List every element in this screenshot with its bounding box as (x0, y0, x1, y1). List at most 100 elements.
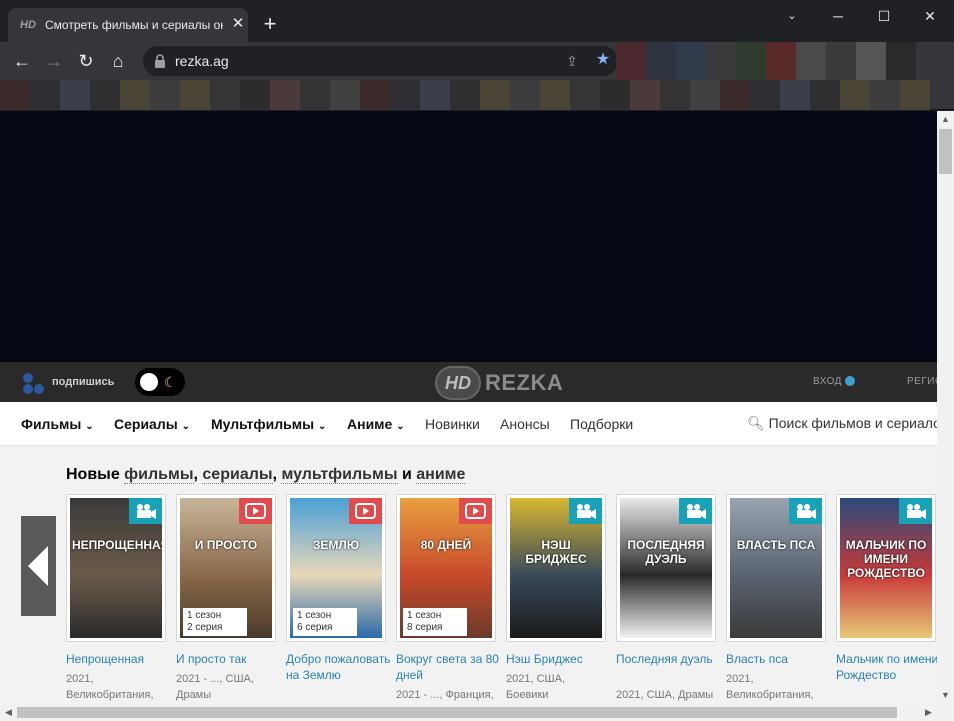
bookmark-item[interactable] (690, 80, 720, 110)
extension-icon[interactable] (826, 42, 856, 80)
movie-poster[interactable]: ВЛАСТЬ ПСА (726, 494, 826, 642)
bookmark-item[interactable] (720, 80, 750, 110)
poster-image: НЭШ БРИДЖЕС (510, 498, 602, 638)
forward-arrow-icon[interactable]: → (43, 50, 65, 72)
menu-collections[interactable]: Подборки (570, 416, 633, 432)
menu-new[interactable]: Новинки (425, 416, 480, 432)
bookmark-item[interactable] (840, 80, 870, 110)
bookmark-item[interactable] (750, 80, 780, 110)
browser-tab[interactable]: HD Смотреть фильмы и сериалы онлайн ✕ (8, 8, 248, 42)
movie-poster[interactable]: И ПРОСТО 1 сезон 2 серия (176, 494, 276, 642)
extension-icon[interactable] (766, 42, 796, 80)
extension-icon[interactable] (736, 42, 766, 80)
vertical-scroll-thumb[interactable] (939, 129, 952, 174)
menu-films[interactable]: Фильмы ⌄ (21, 416, 94, 435)
site-logo[interactable]: HD REZKA (435, 366, 575, 400)
bookmark-item[interactable] (120, 80, 150, 110)
search-input[interactable]: 🔍︎ Поиск фильмов и сериалов (747, 415, 937, 431)
movie-title-link[interactable]: И просто так (176, 651, 281, 667)
extension-icon[interactable] (616, 42, 646, 80)
new-tab-button[interactable]: + (260, 13, 280, 35)
menu-cartoons[interactable]: Мультфильмы ⌄ (211, 416, 326, 435)
menu-series[interactable]: Сериалы ⌄ (114, 416, 190, 435)
heading-films-link[interactable]: фильмы (124, 466, 194, 484)
theme-toggle[interactable]: ☾ (135, 368, 185, 396)
movie-title-link[interactable]: Последняя дуэль (616, 651, 721, 667)
maximize-button[interactable]: ☐ (861, 4, 907, 28)
home-icon[interactable]: ⌂ (107, 50, 129, 72)
movie-title-link[interactable]: Вокруг света за 80 дней (396, 651, 501, 683)
bookmark-item[interactable] (780, 80, 810, 110)
heading-anime-link[interactable]: аниме (416, 466, 466, 484)
vertical-scrollbar[interactable]: ▲ ▼ (937, 111, 954, 704)
login-link[interactable]: ВХОД (813, 376, 842, 388)
bookmark-item[interactable] (540, 80, 570, 110)
movie-title-link[interactable]: Власть пса (726, 651, 831, 667)
extension-icon[interactable] (886, 42, 916, 80)
extension-icon[interactable] (676, 42, 706, 80)
bookmark-item[interactable] (600, 80, 630, 110)
carousel-prev-button[interactable] (21, 516, 56, 616)
back-arrow-icon[interactable]: ← (11, 50, 33, 72)
heading-cartoons-link[interactable]: мультфильмы (281, 466, 398, 484)
menu-announcements[interactable]: Анонсы (500, 416, 550, 432)
bookmark-item[interactable] (420, 80, 450, 110)
horizontal-scroll-thumb[interactable] (17, 707, 897, 718)
bookmark-item[interactable] (60, 80, 90, 110)
heading-series-link[interactable]: сериалы (202, 466, 273, 484)
movie-title-link[interactable]: Непрощенная (66, 651, 171, 667)
bookmark-item[interactable] (90, 80, 120, 110)
movie-poster[interactable]: 80 ДНЕЙ 1 сезон 8 серия (396, 494, 496, 642)
bookmark-item[interactable] (210, 80, 240, 110)
scroll-down-icon[interactable]: ▼ (937, 687, 954, 704)
scroll-left-icon[interactable]: ◀ (0, 704, 17, 721)
close-tab-icon[interactable]: ✕ (229, 15, 247, 33)
scroll-right-icon[interactable]: ▶ (920, 704, 937, 721)
extension-icon[interactable] (646, 42, 676, 80)
bookmark-item[interactable] (660, 80, 690, 110)
register-link[interactable]: РЕГИСТРАЦИЯ (907, 376, 937, 388)
movie-poster[interactable]: НЕПРОЩЕННАЯ (66, 494, 166, 642)
bookmark-item[interactable] (30, 80, 60, 110)
bookmark-item[interactable] (450, 80, 480, 110)
movie-title-link[interactable]: Добро пожаловать на Землю (286, 651, 391, 683)
bookmark-item[interactable] (300, 80, 330, 110)
bookmark-item[interactable] (390, 80, 420, 110)
extension-icon[interactable] (796, 42, 826, 80)
bookmark-item[interactable] (270, 80, 300, 110)
reload-icon[interactable]: ↻ (75, 50, 97, 72)
bookmark-item[interactable] (810, 80, 840, 110)
share-icon[interactable]: ⇪ (563, 52, 581, 70)
bookmark-item[interactable] (150, 80, 180, 110)
minimize-button[interactable]: ─ (815, 4, 861, 28)
extension-icon[interactable] (706, 42, 736, 80)
movie-poster[interactable]: МАЛЬЧИК ПО ИМЕНИ РОЖДЕСТВО (836, 494, 936, 642)
login-arrow-icon[interactable] (845, 376, 855, 386)
movie-poster[interactable]: НЭШ БРИДЖЕС (506, 494, 606, 642)
bookmark-item[interactable] (900, 80, 930, 110)
close-window-button[interactable]: ✕ (907, 4, 953, 28)
tab-search-icon[interactable]: ⌄ (769, 4, 815, 28)
bookmark-item[interactable] (570, 80, 600, 110)
scroll-up-icon[interactable]: ▲ (937, 111, 954, 128)
bookmark-star-icon[interactable]: ★ (594, 51, 612, 69)
extension-icon[interactable] (856, 42, 886, 80)
bookmark-item[interactable] (0, 80, 30, 110)
bookmark-item[interactable] (180, 80, 210, 110)
bookmark-item[interactable] (870, 80, 900, 110)
menu-anime[interactable]: Аниме ⌄ (347, 416, 405, 435)
bookmark-item[interactable] (360, 80, 390, 110)
bookmark-item[interactable] (330, 80, 360, 110)
bookmark-item[interactable] (510, 80, 540, 110)
movie-poster[interactable]: ПОСЛЕДНЯЯ ДУЭЛЬ (616, 494, 716, 642)
bookmark-item[interactable] (630, 80, 660, 110)
address-bar[interactable]: rezka.ag ⇪ ★ (143, 46, 618, 76)
bookmark-item[interactable] (480, 80, 510, 110)
horizontal-scrollbar[interactable]: ◀ ▶ (0, 704, 954, 721)
subscribe-label[interactable]: подпишись (52, 376, 114, 389)
movie-poster[interactable]: ЗЕМЛЮ 1 сезон 6 серия (286, 494, 386, 642)
subscribe-icon[interactable] (20, 371, 46, 395)
movie-title-link[interactable]: Мальчик по имени Рождество (836, 651, 937, 683)
movie-title-link[interactable]: Нэш Бриджес (506, 651, 611, 667)
bookmark-item[interactable] (240, 80, 270, 110)
